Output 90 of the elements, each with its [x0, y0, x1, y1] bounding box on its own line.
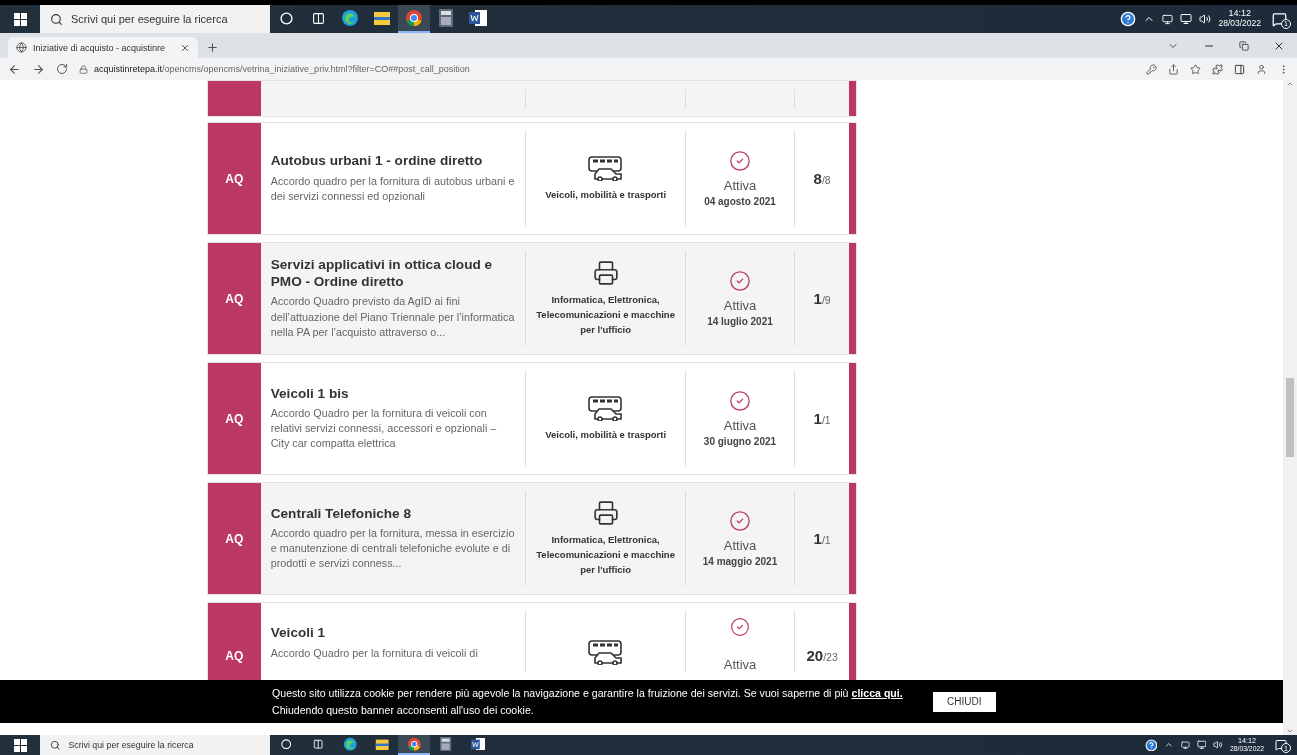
category-label: Informatica, Elettronica, Telecomunicazioni e macchine per l'ufficio — [535, 532, 676, 578]
lot-count: 1/9 — [813, 290, 831, 307]
bus-and-car-icon — [586, 394, 625, 421]
scroll-up-icon[interactable] — [1286, 80, 1294, 88]
back-icon[interactable] — [8, 62, 21, 76]
key-icon[interactable] — [1146, 63, 1157, 75]
help-icon[interactable] — [1120, 11, 1137, 27]
scrollbar-thumb[interactable] — [1286, 378, 1294, 457]
printer-icon — [592, 259, 619, 286]
initiative-card[interactable]: AQ Autobus urbani 1 - ordine diretto Accordo quadro per la fornitura di autobus urbani e dei servizi connessi ed opzionali Veicoli, mobilità e trasporti Attiva 04 agosto 2021 8/8 — [207, 122, 857, 235]
address-field[interactable]: acquistinretepa.it/opencms/opencms/vetrina_iniziative_priv.html?filter=CO##post_call_position — [94, 64, 470, 74]
volume-icon[interactable] — [1199, 13, 1212, 25]
initiative-description: Accordo Quadro per la fornitura di veicoli con relativi servizi connessi, accessori e opzionali – City car compatta elettrica — [270, 406, 498, 452]
cookie-notice-text: Questo sito utilizza cookie per rendere più agevole la navigazione e garantire la fruizione dei servizi. Se vuoi saperne di più clicca qui. — [272, 686, 903, 702]
category-label: Veicoli, mobilità e trasporti — [545, 187, 667, 202]
check-circle-icon — [729, 510, 751, 532]
status-label: Attiva — [723, 657, 757, 672]
type-badge: AQ — [208, 483, 261, 594]
scrollbar[interactable] — [1283, 80, 1297, 735]
restore-icon[interactable] — [1239, 40, 1249, 51]
printer-icon — [592, 499, 619, 526]
initiative-title[interactable]: Servizi applicativi in ottica cloud e PMO - Ordine diretto — [270, 257, 518, 291]
extensions-icon[interactable] — [1212, 63, 1223, 75]
windows-logo-icon — [13, 12, 27, 26]
chrome-app-icon[interactable] — [398, 5, 430, 33]
status-label: Attiva — [723, 418, 757, 433]
network-icon[interactable] — [1180, 13, 1193, 25]
initiative-card[interactable] — [207, 80, 857, 117]
initiative-title[interactable]: Veicoli 1 bis — [270, 385, 518, 403]
initiative-card[interactable]: AQ Veicoli 1 Accordo Quadro per la fornitura di veicoli di Attiva 20/23 — [207, 602, 857, 680]
check-circle-icon — [729, 390, 751, 412]
initiative-description: Accordo quadro per la fornitura di autobus urbani e dei servizi connessi ed opzionali — [270, 173, 516, 204]
category-label: Informatica, Elettronica, Telecomunicazioni e macchine per l'ufficio — [535, 292, 676, 338]
bus-and-car-icon — [586, 639, 625, 665]
status-date: 30 giugno 2021 — [703, 436, 777, 447]
initiative-title[interactable]: Centrali Telefoniche 8 — [270, 505, 518, 523]
tab-close-icon[interactable] — [180, 42, 190, 53]
taskbar-search-field[interactable]: Scrivi qui per eseguire la ricerca — [40, 5, 270, 33]
side-panel-icon[interactable] — [1234, 63, 1245, 75]
share-icon[interactable] — [1168, 63, 1179, 75]
initiative-description: Accordo Quadro previsto da AgID ai fini dell’attuazione del Piano Triennale per l’informatica nella PA per l’acquisto attraverso o... — [270, 294, 516, 340]
close-banner-button[interactable]: CHIUDI — [932, 691, 996, 712]
scroll-down-icon[interactable] — [1286, 727, 1294, 735]
type-badge: AQ — [208, 363, 261, 474]
browser-tab[interactable]: Iniziative di acquisto - acquistinre — [8, 37, 198, 58]
help-icon[interactable] — [1144, 738, 1158, 752]
bookmark-star-icon[interactable] — [1190, 63, 1201, 75]
accent-stripe — [849, 81, 856, 116]
check-circle-icon — [729, 270, 751, 292]
taskbar-clock[interactable]: 14:12 28/03/2022 — [1218, 9, 1261, 29]
type-badge: AQ — [208, 603, 261, 680]
lock-icon — [79, 64, 88, 74]
volume-icon[interactable] — [1213, 740, 1223, 750]
type-badge: AQ — [208, 243, 261, 354]
search-icon — [50, 12, 63, 26]
initiative-description: Accordo quadro per la fornitura, messa in esercizio e manutenzione di centrali telefoniche evolute e di prodotti e servizi conness... — [270, 526, 516, 572]
initiative-card[interactable] — [207, 482, 857, 595]
windows-logo-icon — [13, 738, 27, 752]
taskbar-search-field[interactable]: Scrivi qui per eseguire la ricerca — [40, 735, 270, 755]
status-date: 14 maggio 2021 — [702, 556, 778, 567]
lot-count: 1/1 — [813, 410, 831, 427]
cookie-consent-text: Chiudendo questo banner acconsenti all'uso dei cookie. — [272, 702, 535, 718]
chrome-app-icon[interactable] — [398, 735, 430, 755]
chevron-up-icon[interactable] — [1164, 740, 1174, 750]
reload-icon[interactable] — [56, 63, 68, 75]
globe-icon — [16, 42, 27, 53]
bus-and-car-icon — [586, 154, 625, 181]
status-label: Attiva — [723, 298, 757, 313]
new-tab-icon[interactable] — [206, 41, 219, 54]
type-badge: AQ — [208, 123, 261, 234]
check-circle-icon — [729, 150, 751, 172]
cookie-info-link[interactable]: clicca qui. — [851, 687, 903, 700]
network-icon[interactable] — [1196, 740, 1207, 750]
initiative-title[interactable]: Veicoli 1 — [270, 625, 518, 642]
check-circle-icon — [729, 617, 751, 637]
lot-count: 8/8 — [813, 170, 831, 187]
initiative-title[interactable]: Autobus urbani 1 - ordine diretto — [270, 153, 518, 170]
status-date: 04 agosto 2021 — [704, 196, 776, 207]
status-date: 14 luglio 2021 — [707, 316, 773, 327]
initiative-card[interactable] — [207, 242, 857, 355]
lot-count: 20/23 — [806, 647, 838, 664]
status-label: Attiva — [723, 178, 757, 193]
initiative-description: Accordo Quadro per la fornitura di veicoli di — [270, 645, 479, 661]
search-icon — [50, 739, 61, 751]
forward-icon[interactable] — [32, 62, 45, 76]
profile-icon[interactable] — [1256, 63, 1267, 75]
initiative-card[interactable]: AQ Veicoli 1 bis Accordo Quadro per la fornitura di veicoli con relativi servizi connessi, accessori e opzionali – City car compatta elettrica Veicoli, mobilità e trasporti Attiva 30 giugno 2021 1/1 — [207, 362, 857, 475]
lot-count: 1/1 — [813, 530, 831, 547]
status-label: Attiva — [723, 538, 757, 553]
category-label: Veicoli, mobilità e trasporti — [545, 427, 667, 442]
